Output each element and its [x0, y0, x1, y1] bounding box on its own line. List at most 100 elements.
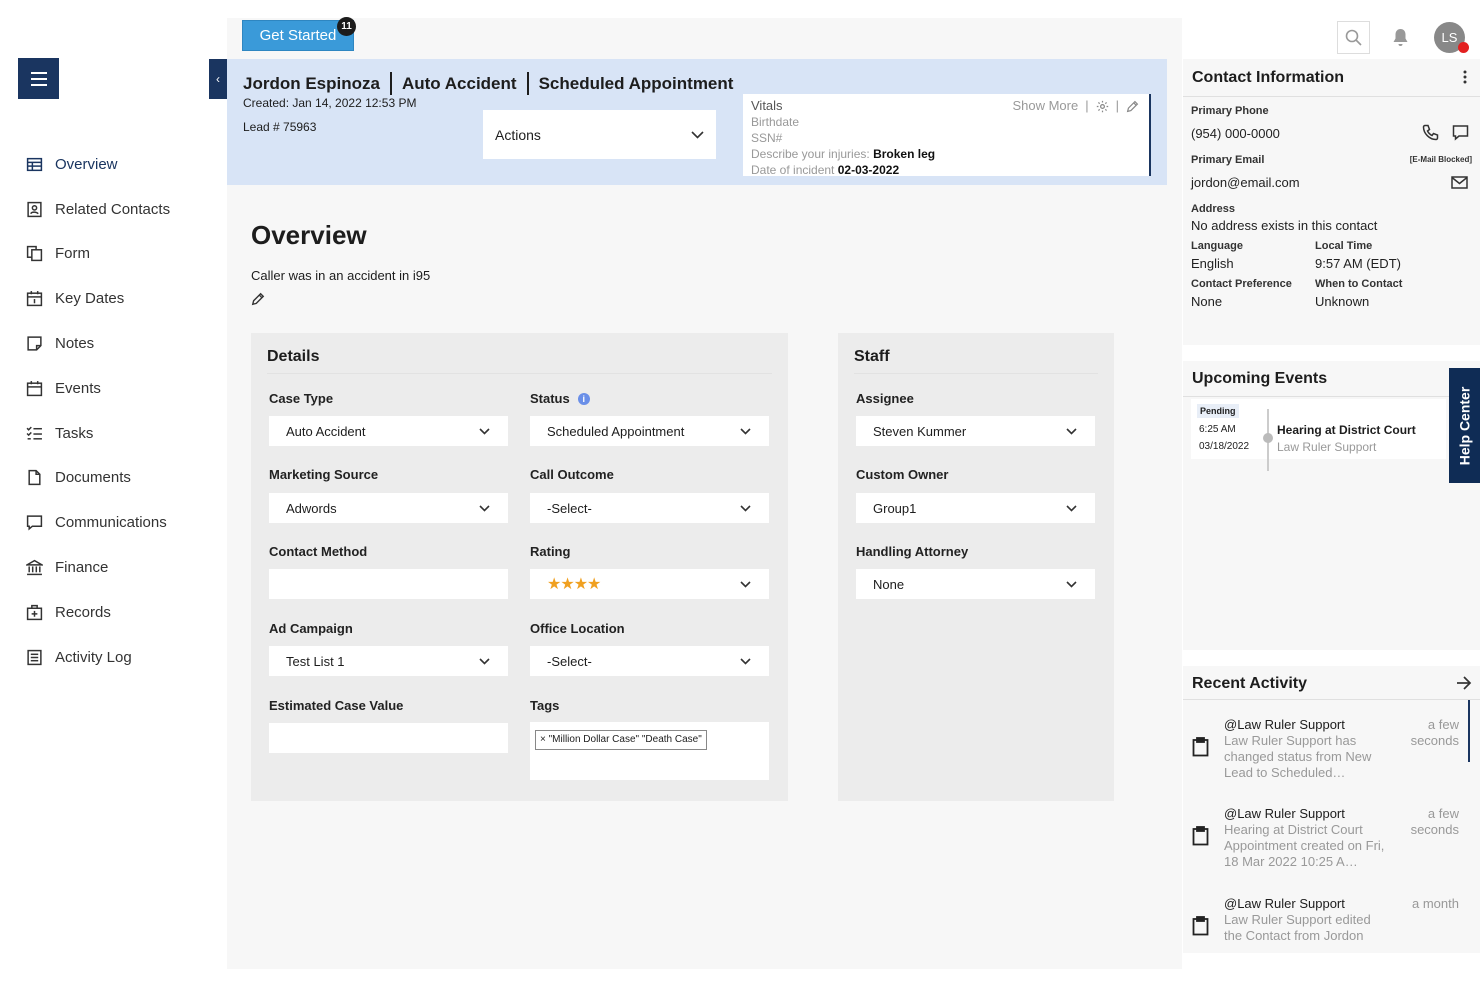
- details-title: Details: [267, 348, 320, 365]
- medical-case-icon: [26, 604, 43, 621]
- marketing-source-select[interactable]: Adwords: [269, 493, 508, 523]
- sidebar-item-finance[interactable]: Finance: [0, 545, 227, 590]
- ad-campaign-select[interactable]: Test List 1: [269, 646, 508, 676]
- assignee-select[interactable]: Steven Kummer: [856, 416, 1095, 446]
- sidebar-item-label: Overview: [55, 155, 118, 173]
- language-label: Language: [1191, 240, 1243, 252]
- menu-button[interactable]: [18, 58, 59, 99]
- event-item[interactable]: Pending 6:25 AM 03/18/2022 Hearing at Di…: [1191, 399, 1446, 471]
- phone-icon[interactable]: [1422, 124, 1439, 141]
- sidebar-item-label: Notes: [55, 335, 95, 353]
- checklist-icon: [26, 426, 42, 440]
- activity-user: @Law Ruler Support: [1224, 717, 1345, 732]
- sidebar-item-notes[interactable]: Notes: [0, 321, 227, 366]
- rating-label-text: Rating: [530, 544, 571, 559]
- rating-select[interactable]: ★★★★: [530, 569, 769, 599]
- injuries-value: Broken leg: [873, 147, 936, 161]
- search-icon: [1345, 29, 1362, 46]
- when-to-contact-value: Unknown: [1315, 294, 1370, 309]
- custom-owner-label-text: Custom Owner: [856, 467, 949, 482]
- local-time-label: Local Time: [1315, 240, 1373, 252]
- event-date: 03/18/2022: [1199, 441, 1250, 452]
- panel-divider: [1183, 699, 1480, 700]
- more-vertical-icon[interactable]: [1463, 70, 1467, 84]
- activity-item[interactable]: @Law Ruler Support Law Ruler Support has…: [1183, 717, 1469, 801]
- calendar-date-icon: [26, 291, 43, 307]
- custom-owner-select[interactable]: Group1: [856, 493, 1095, 523]
- arrow-right-icon[interactable]: [1456, 676, 1472, 690]
- chevron-down-icon: [1066, 580, 1077, 588]
- sidebar-item-label: Documents: [55, 469, 131, 487]
- lead-header: Jordon Espinoza Auto Accident Scheduled …: [227, 59, 1167, 185]
- phone-value[interactable]: (954) 000-0000: [1191, 126, 1280, 141]
- chevron-down-icon: [479, 504, 490, 512]
- activity-item[interactable]: @Law Ruler Support Law Ruler Support edi…: [1183, 896, 1469, 952]
- assignee-label-text: Assignee: [856, 391, 914, 406]
- get-started-button[interactable]: Get Started 11: [242, 17, 356, 51]
- sidebar-item-related-contacts[interactable]: Related Contacts: [0, 187, 227, 232]
- collapse-sidebar-button[interactable]: ‹: [209, 59, 227, 99]
- marketing-source-label: Marketing Source: [269, 467, 378, 482]
- panel-divider: [1183, 96, 1480, 97]
- sidebar-item-records[interactable]: Records: [0, 590, 227, 635]
- activity-description: Hearing at District Court Appointment cr…: [1224, 822, 1385, 869]
- sidebar-item-events[interactable]: Events: [0, 366, 227, 411]
- contact-preference-value: None: [1191, 294, 1223, 309]
- assignee-label: Assignee: [856, 391, 914, 406]
- info-icon[interactable]: i: [577, 392, 590, 405]
- show-more-link[interactable]: Show More: [1012, 98, 1078, 114]
- mail-icon[interactable]: [1451, 176, 1468, 189]
- contact-preference-label: Contact Preference: [1191, 278, 1292, 290]
- estimated-value-label-text: Estimated Case Value: [269, 698, 404, 713]
- chat-icon[interactable]: [1452, 124, 1469, 141]
- sidebar-item-form[interactable]: Form: [0, 232, 227, 277]
- ad-campaign-label-text: Ad Campaign: [269, 621, 353, 636]
- tags-input[interactable]: × "Million Dollar Case" "Death Case": [530, 722, 769, 780]
- pencil-icon[interactable]: [1126, 100, 1139, 113]
- email-value[interactable]: jordon@email.com: [1191, 175, 1300, 190]
- phone-label: Primary Phone: [1191, 105, 1269, 117]
- event-organizer: Law Ruler Support: [1277, 440, 1377, 454]
- edit-description-button[interactable]: [251, 292, 265, 311]
- bank-icon: [26, 559, 43, 576]
- marketing-source-value: Adwords: [286, 500, 337, 516]
- status-badge: Pending: [1197, 404, 1239, 418]
- contact-name[interactable]: Jordon Espinoza: [243, 74, 380, 94]
- case-type-select[interactable]: Auto Accident: [269, 416, 508, 446]
- gear-icon[interactable]: [1096, 100, 1109, 113]
- bell-icon[interactable]: [1392, 28, 1409, 47]
- call-outcome-select[interactable]: -Select-: [530, 493, 769, 523]
- created-date: Created: Jan 14, 2022 12:53 PM: [243, 96, 417, 110]
- tag-chip[interactable]: × "Million Dollar Case" "Death Case": [535, 730, 707, 750]
- call-outcome-value: -Select-: [547, 500, 592, 516]
- top-toolbar: LS: [1337, 21, 1480, 55]
- activity-item[interactable]: @Law Ruler Support Hearing at District C…: [1183, 806, 1469, 890]
- actions-dropdown[interactable]: Actions: [483, 110, 716, 159]
- sidebar-item-activity-log[interactable]: Activity Log: [0, 635, 227, 680]
- activity-time: a few seconds: [1410, 806, 1459, 837]
- sidebar-item-label: Form: [55, 245, 90, 263]
- sidebar-item-tasks[interactable]: Tasks: [0, 411, 227, 456]
- contact-method-label: Contact Method: [269, 544, 367, 559]
- attorney-select[interactable]: None: [856, 569, 1095, 599]
- attorney-value: None: [873, 576, 905, 592]
- status-select[interactable]: Scheduled Appointment: [530, 416, 769, 446]
- sidebar-item-communications[interactable]: Communications: [0, 500, 227, 545]
- call-outcome-label-text: Call Outcome: [530, 467, 614, 482]
- sidebar-item-label: Key Dates: [55, 290, 125, 308]
- sidebar-item-key-dates[interactable]: Key Dates: [0, 276, 227, 321]
- search-button[interactable]: [1337, 21, 1370, 54]
- contact-method-input[interactable]: [269, 569, 508, 599]
- office-location-select[interactable]: -Select-: [530, 646, 769, 676]
- help-center-tab[interactable]: Help Center: [1449, 368, 1480, 483]
- notification-count-badge: 11: [337, 17, 356, 36]
- chevron-down-icon: [740, 504, 751, 512]
- sidebar-item-overview[interactable]: Overview: [0, 142, 227, 187]
- case-type-title: Auto Accident: [401, 73, 517, 93]
- email-label: Primary Email: [1191, 154, 1265, 166]
- ad-campaign-label: Ad Campaign: [269, 621, 353, 636]
- recent-activity-title: Recent Activity: [1192, 675, 1307, 692]
- status-label-text: Status: [530, 391, 570, 406]
- sidebar-item-documents[interactable]: Documents: [0, 456, 227, 501]
- estimated-value-input[interactable]: [269, 723, 508, 753]
